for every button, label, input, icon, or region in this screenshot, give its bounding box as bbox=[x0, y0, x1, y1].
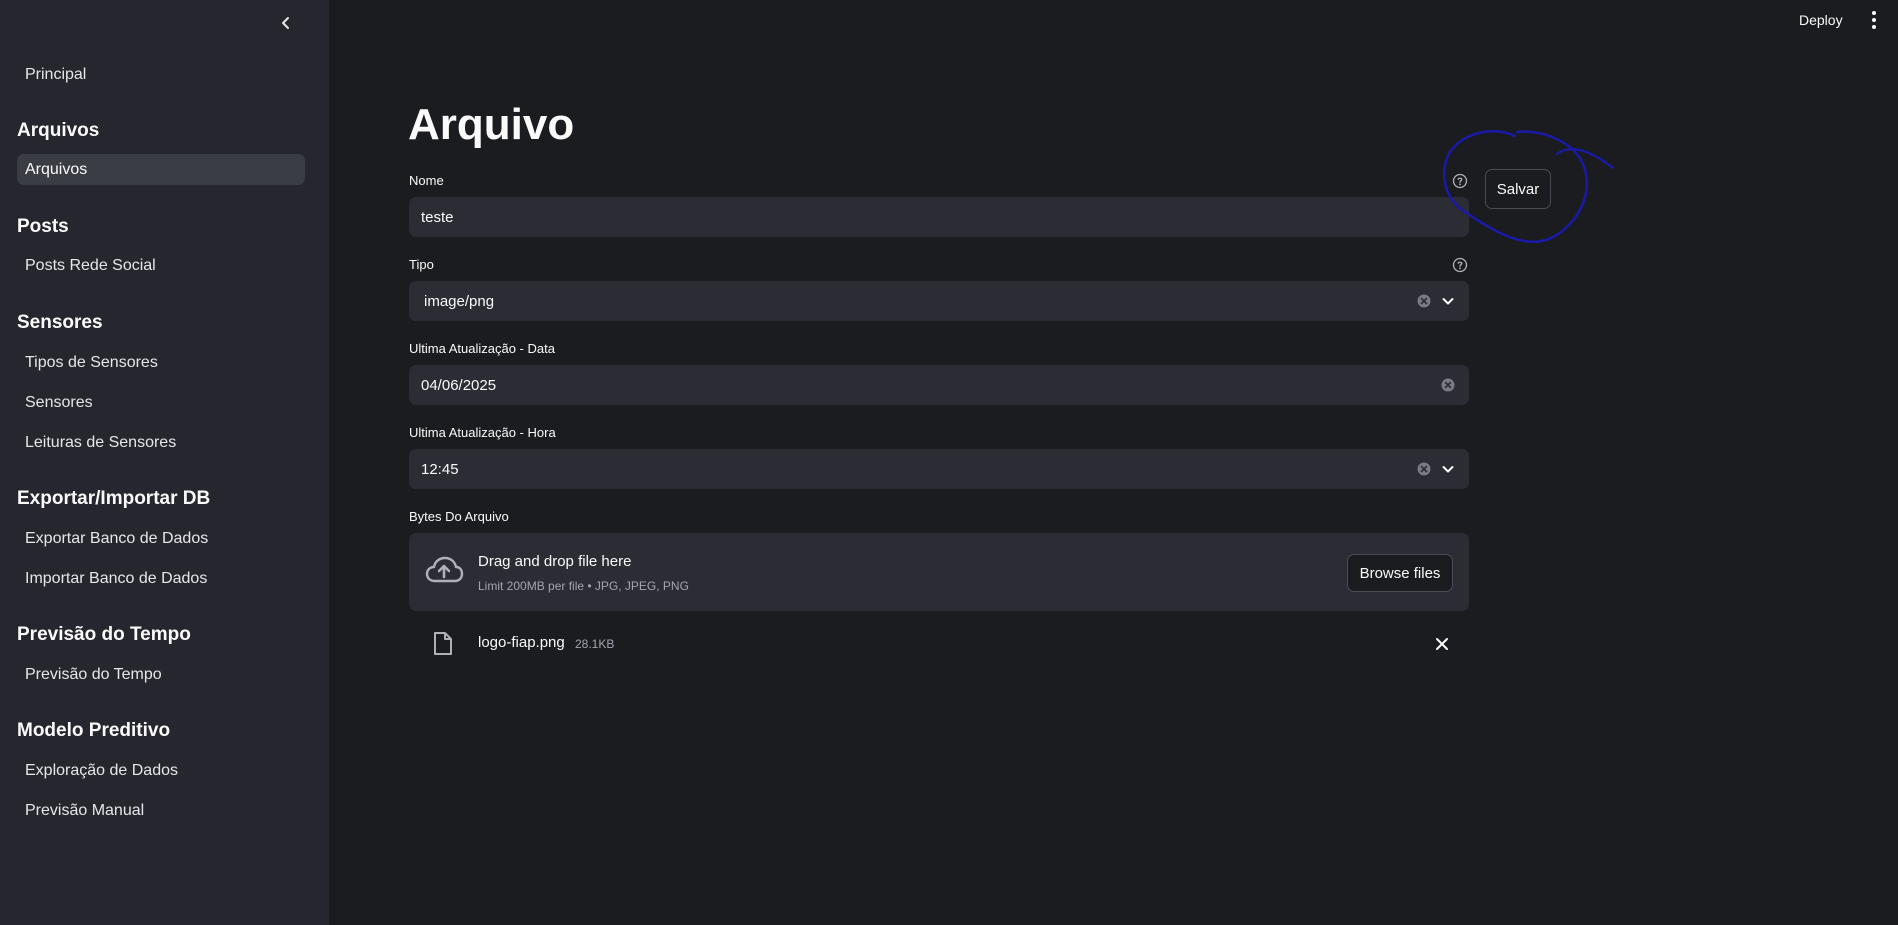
chevron-down-icon[interactable] bbox=[1440, 461, 1456, 477]
sidebar-section-previsao-do-tempo: Previsão do Tempo bbox=[17, 624, 191, 645]
dropzone-title: Drag and drop file here bbox=[478, 553, 632, 570]
nome-label: Nome bbox=[409, 173, 444, 188]
kebab-menu-icon[interactable] bbox=[1866, 9, 1882, 31]
clear-icon[interactable] bbox=[1416, 293, 1432, 309]
file-dropzone[interactable]: Drag and drop file here Limit 200MB per … bbox=[409, 533, 1469, 611]
file-icon bbox=[434, 632, 452, 655]
hora-label: Ultima Atualização - Hora bbox=[409, 425, 556, 440]
cloud-upload-icon bbox=[425, 556, 464, 583]
collapse-sidebar-button[interactable] bbox=[274, 11, 298, 35]
bytes-label: Bytes Do Arquivo bbox=[409, 509, 509, 524]
sidebar-item-posts-rede-social[interactable]: Posts Rede Social bbox=[17, 250, 305, 281]
nome-value: teste bbox=[421, 208, 454, 226]
nome-input[interactable]: teste bbox=[409, 197, 1469, 237]
close-icon[interactable] bbox=[1433, 635, 1451, 653]
chevron-down-icon[interactable] bbox=[1440, 293, 1456, 309]
sidebar-item-exploracao-de-dados[interactable]: Exploração de Dados bbox=[17, 755, 305, 786]
browse-files-button[interactable]: Browse files bbox=[1347, 554, 1453, 592]
chevron-left-icon bbox=[282, 17, 289, 29]
sidebar-item-arquivos[interactable]: Arquivos bbox=[17, 154, 305, 185]
sidebar: Principal Arquivos Arquivos Posts Posts … bbox=[0, 0, 329, 925]
deploy-button[interactable]: Deploy bbox=[1795, 10, 1847, 30]
help-icon[interactable] bbox=[1452, 173, 1468, 189]
clear-icon[interactable] bbox=[1416, 461, 1432, 477]
sidebar-item-previsao-manual[interactable]: Previsão Manual bbox=[17, 795, 305, 826]
save-button[interactable]: Salvar bbox=[1485, 169, 1551, 209]
hora-value: 12:45 bbox=[421, 460, 459, 478]
data-input[interactable]: 04/06/2025 bbox=[409, 365, 1469, 405]
tipo-select[interactable]: image/png bbox=[409, 281, 1469, 321]
sidebar-item-leituras-de-sensores[interactable]: Leituras de Sensores bbox=[17, 427, 305, 458]
file-name: logo-fiap.png bbox=[478, 634, 565, 651]
clear-icon[interactable] bbox=[1440, 377, 1456, 393]
sidebar-item-previsao-do-tempo[interactable]: Previsão do Tempo bbox=[17, 659, 305, 690]
help-icon[interactable] bbox=[1452, 257, 1468, 273]
page-title: Arquivo bbox=[408, 100, 575, 149]
sidebar-section-posts: Posts bbox=[17, 216, 69, 237]
sidebar-item-tipos-de-sensores[interactable]: Tipos de Sensores bbox=[17, 347, 305, 378]
sidebar-item-exportar-banco[interactable]: Exportar Banco de Dados bbox=[17, 523, 305, 554]
file-size: 28.1KB bbox=[575, 637, 615, 651]
sidebar-section-modelo-preditivo: Modelo Preditivo bbox=[17, 720, 171, 741]
sidebar-section-arquivos: Arquivos bbox=[17, 120, 100, 141]
sidebar-item-importar-banco[interactable]: Importar Banco de Dados bbox=[17, 563, 305, 594]
uploaded-file: logo-fiap.png 28.1KB bbox=[409, 621, 1469, 667]
sidebar-item-principal[interactable]: Principal bbox=[17, 59, 305, 90]
data-value: 04/06/2025 bbox=[421, 376, 497, 394]
dropzone-limit: Limit 200MB per file • JPG, JPEG, PNG bbox=[478, 579, 689, 593]
sidebar-item-sensores[interactable]: Sensores bbox=[17, 387, 305, 418]
sidebar-section-sensores: Sensores bbox=[17, 312, 103, 333]
hora-select[interactable]: 12:45 bbox=[409, 449, 1469, 489]
tipo-label: Tipo bbox=[409, 257, 434, 272]
data-label: Ultima Atualização - Data bbox=[409, 341, 555, 356]
sidebar-section-exportar-importar-db: Exportar/Importar DB bbox=[17, 488, 211, 509]
tipo-value: image/png bbox=[424, 292, 495, 310]
